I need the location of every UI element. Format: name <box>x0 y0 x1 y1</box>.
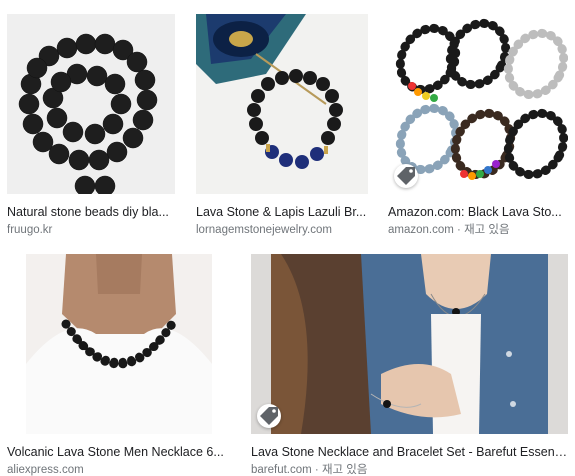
result-source: aliexpress.com <box>7 463 227 476</box>
lava-lapis-bracelet-image <box>196 14 368 194</box>
source-domain: aliexpress.com <box>7 464 84 476</box>
result-card[interactable]: Volcanic Lava Stone Men Necklace 6... al… <box>7 254 227 476</box>
result-source: lornagemstonejewelry.com <box>196 223 368 237</box>
result-card[interactable]: Amazon.com: Black Lava Sto... amazon.com… <box>388 14 568 237</box>
result-thumbnail[interactable] <box>26 254 212 434</box>
result-source: fruugo.kr <box>7 223 175 237</box>
source-domain: amazon.com <box>388 224 454 236</box>
source-domain: barefut.com <box>251 464 312 476</box>
tag-icon <box>397 167 415 185</box>
source-domain: fruugo.kr <box>7 224 53 236</box>
image-results-grid: Natural stone beads diy bla... fruugo.kr <box>0 0 575 476</box>
result-card[interactable]: Natural stone beads diy bla... fruugo.kr <box>7 14 175 237</box>
product-tag-badge[interactable] <box>394 164 418 188</box>
result-title[interactable]: Natural stone beads diy bla... <box>7 205 175 220</box>
result-source: barefut.com · 재고 있음 <box>251 463 568 476</box>
in-stock-label: · 재고 있음 <box>453 224 510 236</box>
result-thumbnail[interactable] <box>7 14 175 194</box>
result-thumbnail[interactable] <box>251 254 568 434</box>
in-stock-label: · 재고 있음 <box>311 464 368 476</box>
result-title[interactable]: Lava Stone Necklace and Bracelet Set - B… <box>251 445 568 460</box>
result-title[interactable]: Volcanic Lava Stone Men Necklace 6... <box>7 445 227 460</box>
source-domain: lornagemstonejewelry.com <box>196 224 332 236</box>
lava-necklace-man-image <box>26 254 212 434</box>
result-thumbnail[interactable] <box>388 14 568 194</box>
lava-bead-strand-image <box>7 14 175 194</box>
tag-icon <box>260 407 278 425</box>
result-thumbnail[interactable] <box>196 14 368 194</box>
result-card[interactable]: Lava Stone Necklace and Bracelet Set - B… <box>251 254 568 476</box>
product-tag-badge[interactable] <box>257 404 281 428</box>
result-card[interactable]: Lava Stone & Lapis Lazuli Br... lornagem… <box>196 14 368 237</box>
result-title[interactable]: Amazon.com: Black Lava Sto... <box>388 205 568 220</box>
lava-necklace-bracelet-set-image <box>251 254 568 434</box>
result-source: amazon.com · 재고 있음 <box>388 223 568 237</box>
result-title[interactable]: Lava Stone & Lapis Lazuli Br... <box>196 205 368 220</box>
